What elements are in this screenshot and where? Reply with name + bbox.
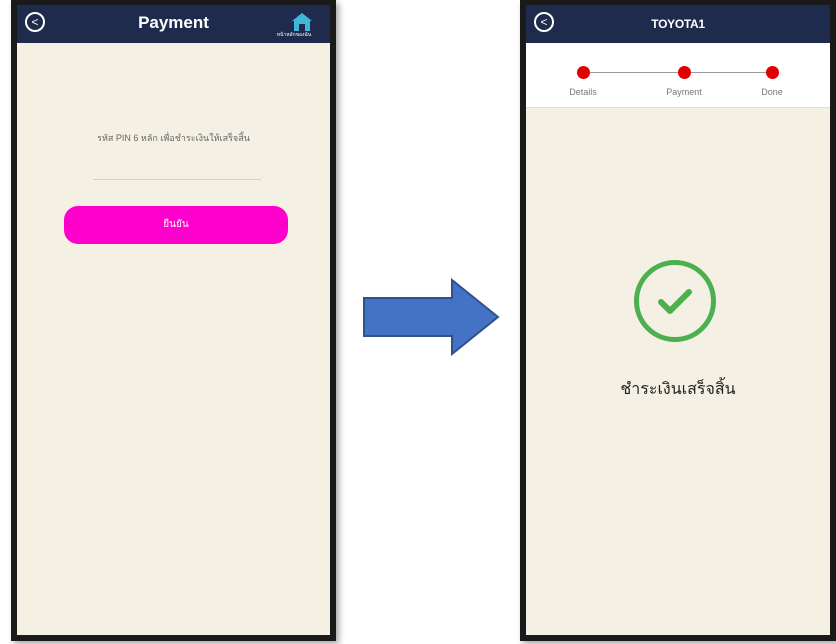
- right-arrow-icon: [363, 278, 500, 356]
- pin-input[interactable]: [93, 179, 261, 180]
- payment-success-screen: < TOYOTA1 Details Payment Done ชำระเงินเ…: [520, 0, 836, 641]
- step-label-details: Details: [569, 87, 597, 97]
- success-message: ชำระเงินเสร็จสิ้น: [620, 381, 736, 398]
- step-dot: [766, 66, 779, 79]
- home-caption: หน้าหลักของฉัน: [276, 32, 312, 38]
- success-screen-body: < TOYOTA1 Details Payment Done ชำระเงินเ…: [526, 5, 830, 635]
- pin-instruction: รหัส PIN 6 หลัก เพื่อชำระเงินให้เสร็จสิ้…: [97, 133, 250, 143]
- step-label-payment: Payment: [666, 87, 702, 97]
- progress-stepper: Details Payment Done: [526, 43, 830, 108]
- payment-screen-body: < Payment หน้าหลักของฉัน รหัส PIN 6 หลัก…: [17, 5, 330, 635]
- payment-header: < Payment หน้าหลักของฉัน: [17, 5, 330, 43]
- success-header: < TOYOTA1: [526, 5, 830, 43]
- confirm-button[interactable]: ยืนยัน: [64, 206, 288, 244]
- step-connector: [590, 72, 678, 73]
- payment-screen: < Payment หน้าหลักของฉัน รหัส PIN 6 หลัก…: [11, 0, 336, 641]
- checkmark-icon: [658, 289, 692, 314]
- step-dot: [577, 66, 590, 79]
- step-label-done: Done: [761, 87, 783, 97]
- step-dot: [678, 66, 691, 79]
- home-button[interactable]: หน้าหลักของฉัน: [264, 9, 324, 39]
- step-connector: [691, 72, 767, 73]
- success-icon: [634, 260, 716, 342]
- page-title: TOYOTA1: [651, 17, 705, 31]
